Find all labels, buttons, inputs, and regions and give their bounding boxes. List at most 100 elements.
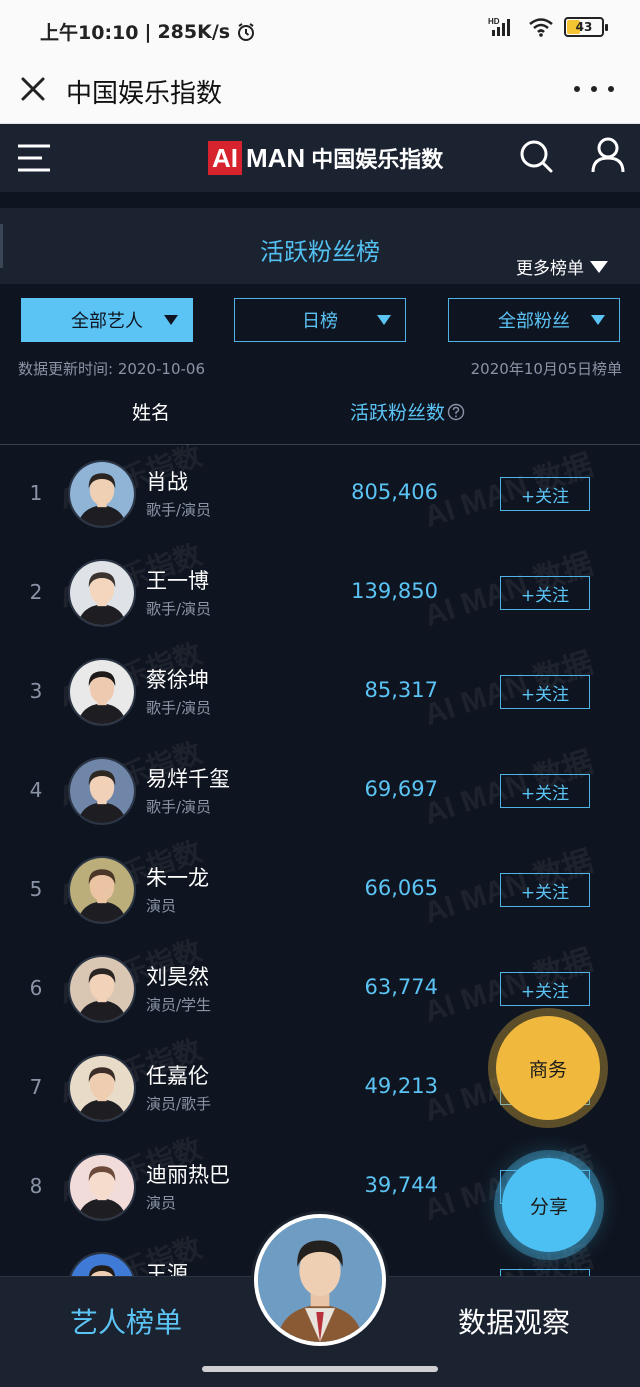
network-label: HD xyxy=(488,17,500,26)
fan-count: 49,213 xyxy=(364,1074,438,1098)
avatar[interactable] xyxy=(68,955,136,1023)
artist-name[interactable]: 迪丽热巴 xyxy=(146,1159,230,1189)
artist-role: 演员/歌手 xyxy=(146,1095,212,1113)
artist-name[interactable]: 易烊千玺 xyxy=(146,763,230,793)
artist-role: 歌手/演员 xyxy=(146,501,212,519)
avatar[interactable] xyxy=(68,1054,136,1122)
follow-button[interactable]: +关注 xyxy=(500,576,590,610)
close-icon[interactable] xyxy=(16,72,50,106)
dot-icon xyxy=(574,86,580,92)
avatar[interactable] xyxy=(68,460,136,528)
filter-bar: 全部艺人 日榜 全部粉丝 xyxy=(0,298,640,344)
rank-number: 2 xyxy=(29,580,43,604)
avatar[interactable] xyxy=(68,559,136,627)
fan-count: 69,697 xyxy=(364,777,438,801)
app-header: AI MAN 中国娱乐指数 xyxy=(0,124,640,192)
share-button[interactable]: 分享 xyxy=(502,1158,596,1252)
avatar-image xyxy=(70,858,134,922)
app-content: AI MAN 中国娱乐指数 活跃粉丝榜 更多榜单 全部艺人 日榜 全部粉丝 数据… xyxy=(0,124,640,1387)
battery-icon: 43 xyxy=(564,17,608,37)
caret-down-icon xyxy=(590,260,608,273)
nav-center-avatar[interactable] xyxy=(254,1214,386,1346)
table-row[interactable]: AI 娱乐指数 AI MAN 数据 1 肖战 歌手/演员 805,406 +关注 xyxy=(0,440,640,545)
artist-role: 歌手/演员 xyxy=(146,699,212,717)
artist-role: 演员/学生 xyxy=(146,996,212,1014)
status-right: HD 43 xyxy=(488,16,608,38)
logo-text: 中国娱乐指数 xyxy=(311,148,444,173)
dot-icon xyxy=(608,86,614,92)
more-options-button[interactable] xyxy=(574,72,614,106)
board-date: 2020年10月05日榜单 xyxy=(470,360,622,378)
table-row[interactable]: AI 娱乐指数 AI MAN 数据 2 王一博 歌手/演员 139,850 +关注 xyxy=(0,539,640,644)
alarm-icon xyxy=(238,22,255,41)
status-left: 上午10:10 | 285K/s xyxy=(40,18,256,45)
artist-name[interactable]: 任嘉伦 xyxy=(146,1060,209,1090)
page-title: 中国娱乐指数 xyxy=(66,79,223,109)
caret-down-icon xyxy=(591,315,605,325)
filter-period[interactable]: 日榜 xyxy=(234,298,406,342)
table-row[interactable]: AI 娱乐指数 AI MAN 数据 5 朱一龙 演员 66,065 +关注 xyxy=(0,836,640,941)
user-icon[interactable] xyxy=(590,136,626,174)
app-logo: AI MAN 中国娱乐指数 xyxy=(208,140,443,176)
artist-role: 歌手/演员 xyxy=(146,798,212,816)
avatar[interactable] xyxy=(68,757,136,825)
filter-label: 全部粉丝 xyxy=(498,311,570,332)
table-row[interactable]: AI 娱乐指数 AI MAN 数据 4 易烊千玺 歌手/演员 69,697 +关注 xyxy=(0,737,640,842)
artist-name[interactable]: 肖战 xyxy=(146,466,188,496)
avatar-image xyxy=(70,660,134,724)
artist-role: 演员 xyxy=(146,897,177,915)
avatar[interactable] xyxy=(68,1153,136,1221)
avatar-image xyxy=(70,957,134,1021)
caret-down-icon xyxy=(164,315,178,325)
filter-artists[interactable]: 全部艺人 xyxy=(21,298,193,342)
status-bar: 上午10:10 | 285K/s HD 43 xyxy=(0,0,640,58)
avatar[interactable] xyxy=(68,856,136,924)
filter-fans[interactable]: 全部粉丝 xyxy=(448,298,620,342)
webview-title-bar: 中国娱乐指数 xyxy=(0,58,640,124)
follow-button[interactable]: +关注 xyxy=(500,972,590,1006)
artist-name[interactable]: 刘昊然 xyxy=(146,961,209,991)
follow-button[interactable]: +关注 xyxy=(500,477,590,511)
follow-button[interactable]: +关注 xyxy=(500,675,590,709)
table-row[interactable]: AI 娱乐指数 AI MAN 数据 3 蔡徐坤 歌手/演员 85,317 +关注 xyxy=(0,638,640,743)
rank-number: 1 xyxy=(29,481,43,505)
fan-count: 39,744 xyxy=(364,1173,438,1197)
wifi-icon xyxy=(529,18,553,37)
avatar[interactable] xyxy=(68,658,136,726)
rank-number: 7 xyxy=(29,1075,43,1099)
nav-artist-board[interactable]: 艺人榜单 xyxy=(70,1301,182,1341)
avatar-image xyxy=(70,759,134,823)
update-time: 数据更新时间: 2020-10-06 xyxy=(18,360,205,378)
search-icon[interactable] xyxy=(518,138,554,174)
status-time: 上午10:10 xyxy=(40,22,139,44)
logo-man: MAN xyxy=(246,142,306,173)
avatar-image xyxy=(70,462,134,526)
artist-name[interactable]: 王一博 xyxy=(146,565,209,595)
more-boards-label: 更多榜单 xyxy=(516,259,584,279)
home-indicator xyxy=(202,1366,438,1372)
rank-number: 8 xyxy=(29,1174,43,1198)
caret-down-icon xyxy=(377,315,391,325)
business-button[interactable]: 商务 xyxy=(496,1016,600,1120)
artist-role: 歌手/演员 xyxy=(146,600,212,618)
logo-ai: AI xyxy=(208,141,242,175)
follow-button[interactable]: +关注 xyxy=(500,873,590,907)
nav-data-observe[interactable]: 数据观察 xyxy=(458,1301,570,1341)
avatar-image xyxy=(70,1155,134,1219)
dot-icon xyxy=(591,86,597,92)
avatar-image xyxy=(70,1056,134,1120)
rank-number: 6 xyxy=(29,976,43,1000)
rank-number: 5 xyxy=(29,877,43,901)
filter-label: 全部艺人 xyxy=(71,311,143,332)
menu-icon[interactable] xyxy=(18,142,50,174)
help-icon[interactable] xyxy=(447,403,465,421)
column-header-fans-label: 活跃粉丝数 xyxy=(350,402,446,424)
header-divider xyxy=(0,444,640,445)
fan-count: 85,317 xyxy=(364,678,438,702)
artist-name[interactable]: 朱一龙 xyxy=(146,862,209,892)
status-separator: | xyxy=(144,20,152,43)
follow-button[interactable]: +关注 xyxy=(500,774,590,808)
more-boards-button[interactable]: 更多榜单 xyxy=(516,254,608,279)
artist-name[interactable]: 蔡徐坤 xyxy=(146,664,209,694)
status-speed: 285K/s xyxy=(157,20,231,43)
